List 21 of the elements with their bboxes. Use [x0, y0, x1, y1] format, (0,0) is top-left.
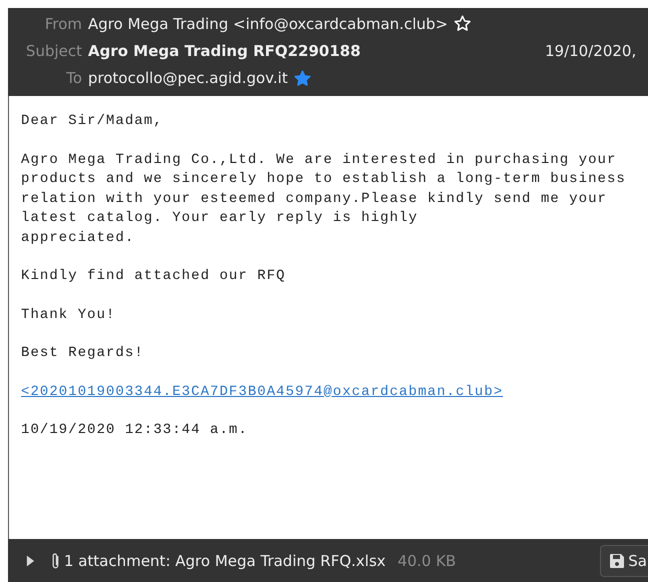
message-text: Kindly find attached our RFQ [21, 267, 286, 286]
field-value: Agro Mega Trading <info@oxcardcabman.club> [88, 14, 448, 33]
filled-star-icon[interactable] [294, 70, 311, 87]
message-text: Dear Sir/Madam, [21, 112, 163, 131]
expand-triangle-icon[interactable] [26, 554, 35, 566]
field-label: To [65, 69, 82, 88]
attachment-size: 40.0 KB [398, 552, 456, 570]
message-text: Thank You! [21, 306, 116, 324]
save-button[interactable]: Sa [600, 544, 648, 576]
star-outline-icon[interactable] [454, 15, 471, 32]
date-text: 19/10/2020, [545, 42, 636, 60]
message-text: Agro Mega Trading Co.,Ltd. We are interested in purchasing your products and we sincerely hope to establish a long-term business relation with your esteemed company.Please kindly send me your latest catalog. Your early reply is highly appreciated. [21, 150, 626, 248]
field-value: Agro Mega Trading RFQ2290188 [88, 42, 361, 60]
message-text: 10/19/2020 12:33:44 a.m. [21, 421, 248, 440]
message-text: Best Regards! [21, 344, 144, 363]
field-label: Subject [24, 42, 82, 60]
field-label: From [44, 14, 82, 33]
attachment-summary: 1 attachment: Agro Mega Trading RFQ.xlsx [64, 552, 386, 570]
paperclip-icon [51, 552, 60, 570]
message-id-link[interactable]: <20201019003344.E3CA7DF3B0A45974@oxcardcabman.club> [21, 382, 504, 402]
field-value: protocollo@pec.agid.gov.it [88, 69, 288, 88]
